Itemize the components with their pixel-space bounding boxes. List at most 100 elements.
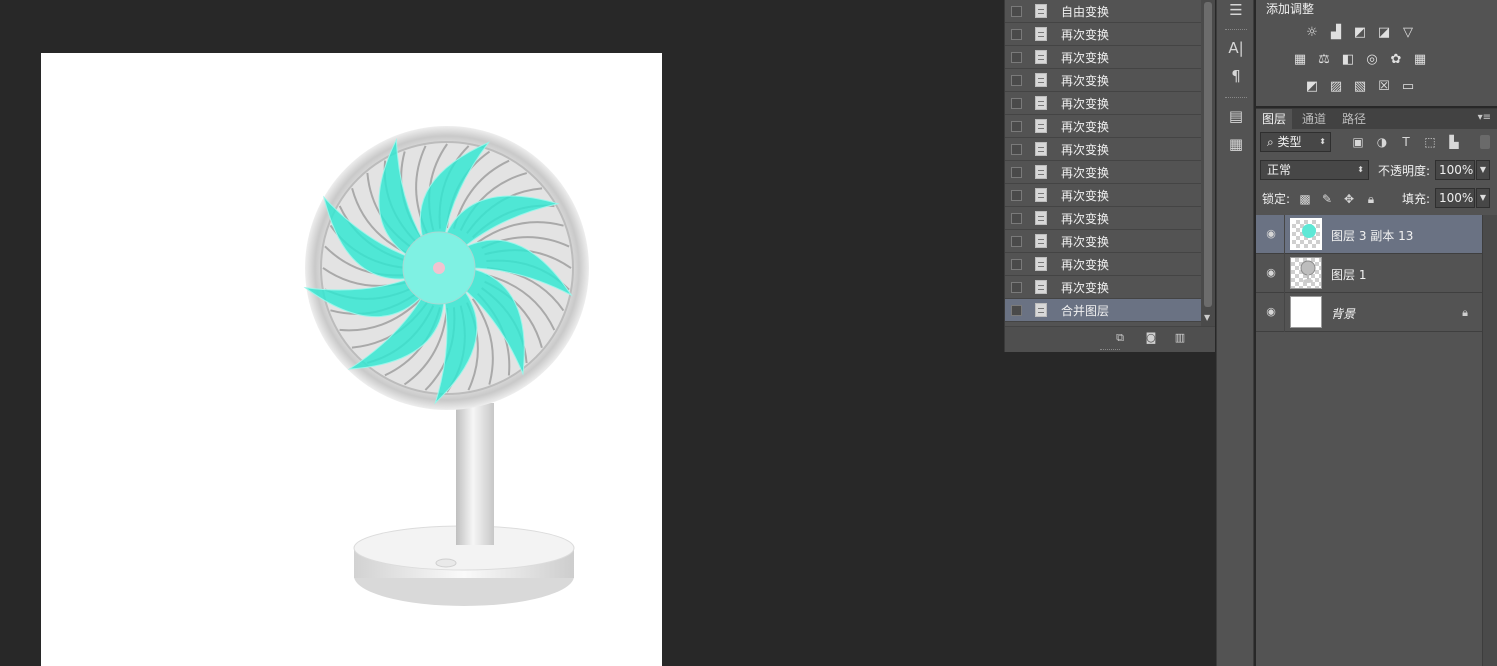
tab-paths[interactable]: 路径 xyxy=(1336,109,1372,129)
filter-pixel-layers-icon[interactable]: ▣ xyxy=(1351,135,1365,149)
new-snapshot-camera-icon[interactable]: ◙ xyxy=(1144,332,1158,344)
history-brush-source-checkbox[interactable] xyxy=(1011,97,1022,109)
layer-row[interactable]: ◉ 图层 1 xyxy=(1256,254,1482,293)
hue-saturation-icon[interactable]: ▦ xyxy=(1292,53,1308,67)
history-brush-source-checkbox[interactable] xyxy=(1011,5,1022,17)
invert-icon[interactable]: ◩ xyxy=(1304,80,1320,94)
threshold-icon[interactable]: ▧ xyxy=(1352,80,1368,94)
new-document-from-state-icon[interactable]: ⧉ xyxy=(1113,332,1127,344)
history-state-item[interactable]: 再次变换 xyxy=(1005,253,1201,276)
fill-input[interactable]: 100% xyxy=(1435,188,1475,208)
filter-smart-objects-icon[interactable]: ▙ xyxy=(1447,135,1461,149)
history-state-item[interactable]: 再次变换 xyxy=(1005,115,1201,138)
scroll-down-arrow-icon[interactable]: ▼ xyxy=(1204,313,1210,322)
layer-row[interactable]: ◉ 图层 3 副本 13 xyxy=(1256,215,1482,254)
history-state-item[interactable]: 合并图层 xyxy=(1005,299,1201,322)
layer-thumbnail[interactable] xyxy=(1290,257,1322,289)
brightness-contrast-icon[interactable]: ☼ xyxy=(1304,26,1320,40)
history-state-item[interactable]: 再次变换 xyxy=(1005,23,1201,46)
history-state-label: 再次变换 xyxy=(1061,257,1110,272)
color-lookup-icon[interactable]: ▦ xyxy=(1412,53,1428,67)
layer-name[interactable]: 图层 3 副本 13 xyxy=(1331,227,1413,244)
history-state-item[interactable]: 再次变换 xyxy=(1005,138,1201,161)
paragraph-panel-icon[interactable]: ¶ xyxy=(1226,66,1246,86)
layers-scrollbar[interactable] xyxy=(1482,215,1497,666)
layer-name[interactable]: 图层 1 xyxy=(1331,266,1366,283)
panel-menu-icon[interactable]: ▾≡ xyxy=(1478,112,1491,123)
visibility-eye-icon[interactable]: ◉ xyxy=(1264,227,1278,241)
color-balance-icon[interactable]: ⚖ xyxy=(1316,53,1332,67)
lock-image-pixels-brush-icon[interactable]: ✎ xyxy=(1320,192,1334,206)
curves-icon[interactable]: ◩ xyxy=(1352,26,1368,40)
filter-shape-layers-icon[interactable]: ⬚ xyxy=(1423,135,1437,149)
history-state-item[interactable]: 再次变换 xyxy=(1005,69,1201,92)
layer-name[interactable]: 背景 xyxy=(1331,305,1355,322)
history-state-item[interactable]: 自由变换 xyxy=(1005,0,1201,23)
layers-panel: 图层 通道 路径 ▾≡ ⌕ 类型 ⬍ ▣ ◑ T ⬚ ▙ 正常 ⬍ 不透明度: … xyxy=(1256,108,1497,666)
layer-row[interactable]: ◉ 背景 🔒︎ xyxy=(1256,293,1482,332)
photo-filter-icon[interactable]: ◎ xyxy=(1364,53,1380,67)
delete-state-trash-icon[interactable]: ▥ xyxy=(1173,332,1187,344)
layer-thumbnail[interactable] xyxy=(1290,296,1322,328)
history-state-item[interactable]: 再次变换 xyxy=(1005,230,1201,253)
history-state-document-icon xyxy=(1035,4,1047,18)
adjustments-sliders-icon[interactable]: ☰ xyxy=(1226,0,1246,20)
history-brush-source-checkbox[interactable] xyxy=(1011,212,1022,224)
history-state-item[interactable]: 再次变换 xyxy=(1005,46,1201,69)
filter-adjustment-layers-icon[interactable]: ◑ xyxy=(1375,135,1389,149)
history-brush-source-checkbox[interactable] xyxy=(1011,143,1022,155)
blend-mode-select[interactable]: 正常 ⬍ xyxy=(1260,160,1369,180)
lock-transparent-pixels-icon[interactable]: ▩ xyxy=(1298,192,1312,206)
history-brush-source-checkbox[interactable] xyxy=(1011,304,1022,316)
history-state-item[interactable]: 再次变换 xyxy=(1005,184,1201,207)
filter-type-layers-icon[interactable]: T xyxy=(1399,135,1413,149)
history-footer: ⧉ ◙ ▥ xyxy=(1005,326,1215,352)
history-brush-source-checkbox[interactable] xyxy=(1011,189,1022,201)
history-brush-source-checkbox[interactable] xyxy=(1011,74,1022,86)
character-panel-icon[interactable]: A| xyxy=(1226,38,1246,58)
visibility-eye-icon[interactable]: ◉ xyxy=(1264,266,1278,280)
opacity-input[interactable]: 100% xyxy=(1435,160,1475,180)
history-brush-source-checkbox[interactable] xyxy=(1011,258,1022,270)
channel-mixer-icon[interactable]: ✿ xyxy=(1388,53,1404,67)
history-state-document-icon xyxy=(1035,257,1047,271)
lock-all-icon[interactable]: 🔒︎ xyxy=(1364,192,1378,206)
history-brush-source-checkbox[interactable] xyxy=(1011,281,1022,293)
selective-color-icon[interactable]: ☒ xyxy=(1376,80,1392,94)
opacity-dropdown-icon[interactable]: ▼ xyxy=(1476,160,1490,180)
filter-toggle-icon[interactable] xyxy=(1480,135,1490,149)
history-brush-source-checkbox[interactable] xyxy=(1011,120,1022,132)
history-scroll-thumb[interactable] xyxy=(1204,2,1212,307)
history-scrollbar[interactable]: ▼ xyxy=(1201,0,1215,326)
history-state-item[interactable]: 再次变换 xyxy=(1005,161,1201,184)
tab-layers[interactable]: 图层 xyxy=(1256,109,1293,129)
panel-resize-grip[interactable] xyxy=(1100,349,1120,351)
history-state-label: 再次变换 xyxy=(1061,50,1110,65)
lock-position-move-icon[interactable]: ✥ xyxy=(1342,192,1356,206)
history-brush-source-checkbox[interactable] xyxy=(1011,166,1022,178)
exposure-icon[interactable]: ◪ xyxy=(1376,26,1392,40)
strip-separator xyxy=(1225,97,1247,98)
visibility-eye-icon[interactable]: ◉ xyxy=(1264,305,1278,319)
gradient-map-icon[interactable]: ▭ xyxy=(1400,80,1416,94)
layer-thumbnail[interactable] xyxy=(1290,218,1322,250)
tab-channels[interactable]: 通道 xyxy=(1296,109,1332,129)
layer-lock-icon: 🔒︎ xyxy=(1462,306,1468,319)
history-brush-source-checkbox[interactable] xyxy=(1011,235,1022,247)
history-state-item[interactable]: 再次变换 xyxy=(1005,276,1201,299)
levels-icon[interactable]: ▟ xyxy=(1328,26,1344,40)
history-state-item[interactable]: 再次变换 xyxy=(1005,92,1201,115)
layer-filter-select[interactable]: ⌕ 类型 ⬍ xyxy=(1260,132,1331,152)
fill-dropdown-icon[interactable]: ▼ xyxy=(1476,188,1490,208)
history-state-label: 再次变换 xyxy=(1061,280,1110,295)
history-brush-source-checkbox[interactable] xyxy=(1011,28,1022,40)
posterize-icon[interactable]: ▨ xyxy=(1328,80,1344,94)
paragraph-styles-icon[interactable]: ▦ xyxy=(1226,134,1246,154)
black-white-icon[interactable]: ◧ xyxy=(1340,53,1356,67)
vibrance-icon[interactable]: ▽ xyxy=(1400,26,1416,40)
history-brush-source-checkbox[interactable] xyxy=(1011,51,1022,63)
adjustments-title: 添加调整 xyxy=(1266,2,1315,16)
document-canvas[interactable] xyxy=(41,53,662,666)
character-styles-icon[interactable]: ▤ xyxy=(1226,106,1246,126)
history-state-item[interactable]: 再次变换 xyxy=(1005,207,1201,230)
